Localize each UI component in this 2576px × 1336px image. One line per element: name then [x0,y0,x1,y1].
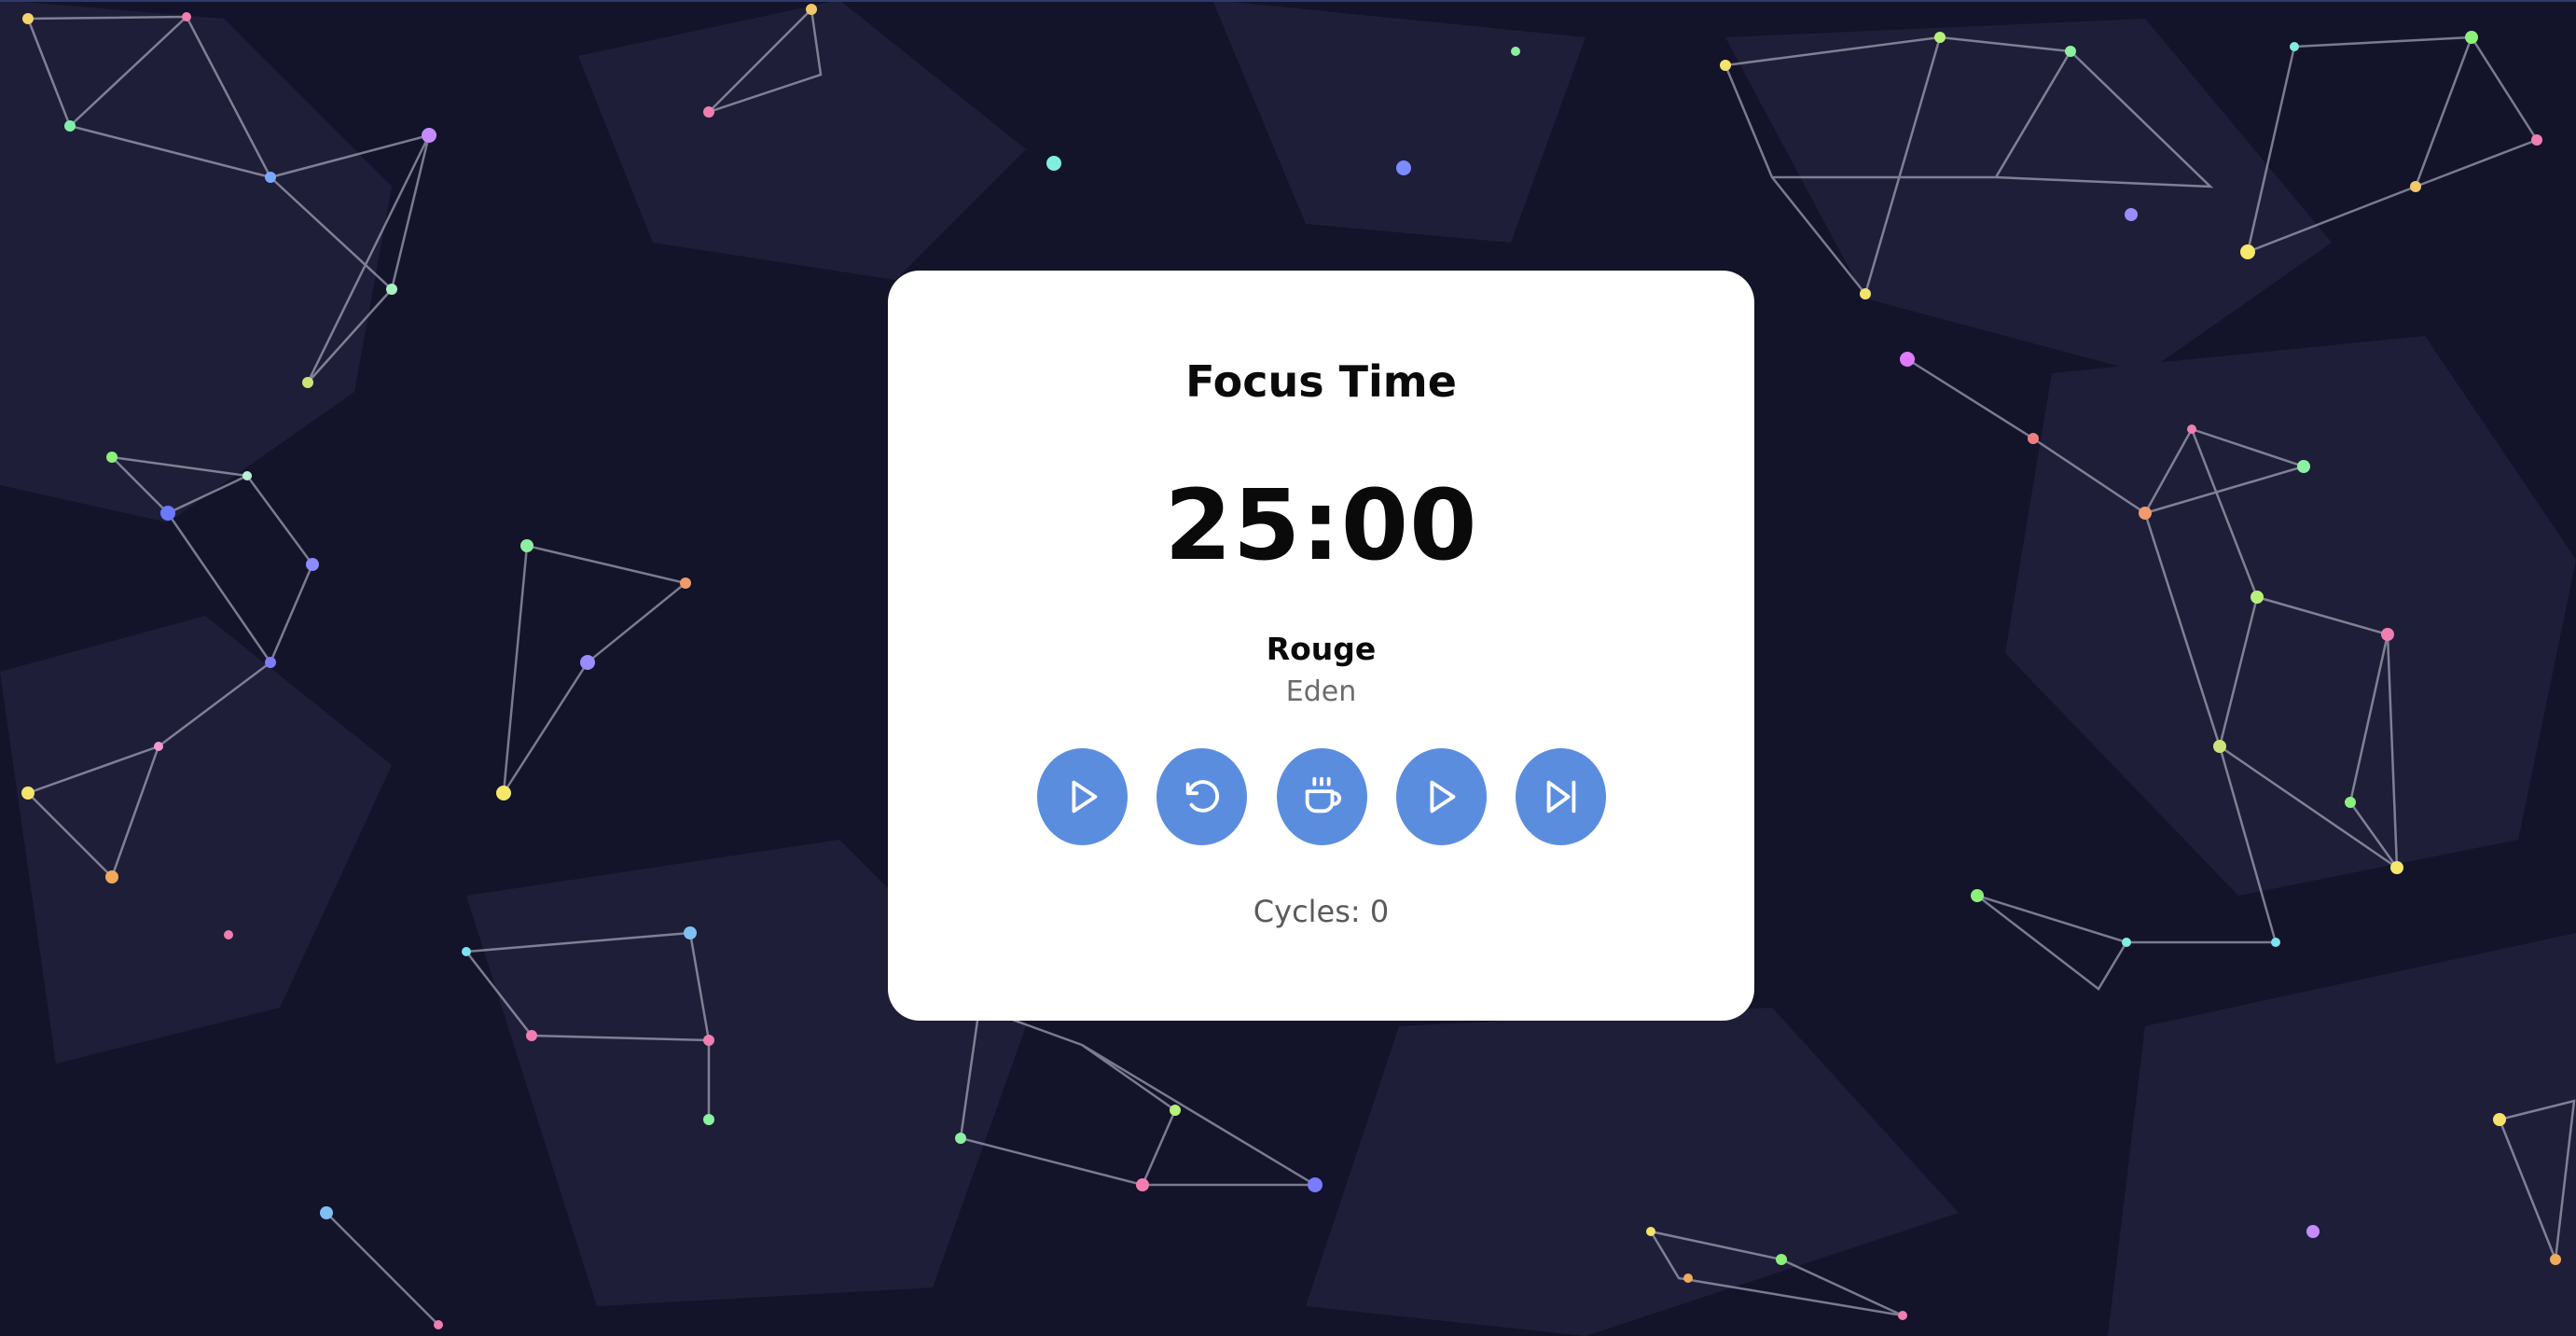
coffee-icon [1305,776,1342,814]
skip-next-icon [1546,780,1575,814]
cycles-counter: Cycles: 0 [1253,894,1390,929]
timer-display: 25:00 [1164,468,1478,582]
start-timer-button[interactable] [1037,748,1128,845]
control-bar [1037,748,1606,845]
window-top-border [0,0,2576,2]
play-icon [1430,780,1456,814]
next-track-button[interactable] [1516,748,1606,845]
pomodoro-card: Focus Time 25:00 Rouge Eden Cycles: 0 [888,271,1754,1021]
track-artist: Eden [1285,675,1357,708]
track-title: Rouge [1266,631,1377,667]
break-button[interactable] [1276,748,1367,845]
reset-timer-button[interactable] [1156,748,1248,845]
play-music-button[interactable] [1395,748,1487,845]
play-icon [1072,780,1097,814]
mode-title: Focus Time [1185,356,1457,407]
reset-icon [1185,780,1219,813]
